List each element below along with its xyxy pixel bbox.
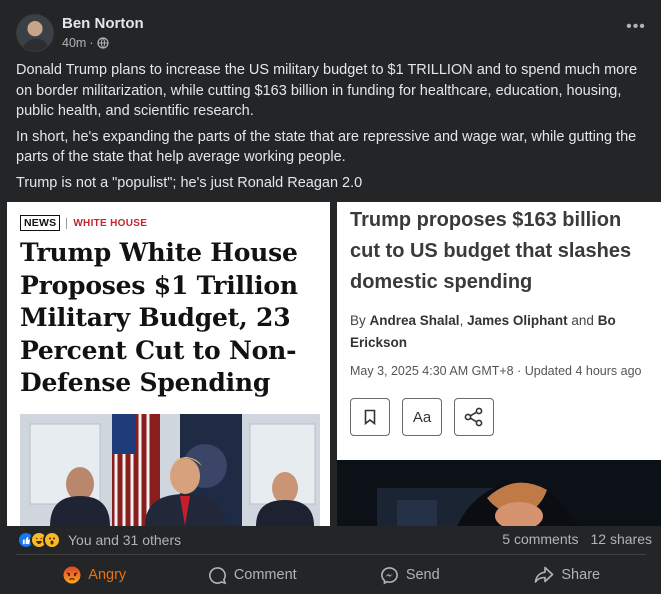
bookmark-button[interactable]	[350, 398, 390, 436]
article-tags: NEWS WHITE HOUSE	[20, 215, 147, 231]
post-actions: Angry Comment Send Share	[16, 558, 646, 592]
shares-count[interactable]: 12 shares	[591, 531, 652, 547]
messenger-icon	[380, 566, 398, 584]
article-photo	[337, 460, 661, 526]
meta-separator: ·	[89, 36, 94, 50]
tag-news: NEWS	[20, 215, 61, 231]
angry-reaction-button[interactable]: Angry	[16, 558, 174, 592]
post-text: Donald Trump plans to increase the US mi…	[16, 60, 646, 198]
post-paragraph: Donald Trump plans to increase the US mi…	[16, 62, 638, 119]
link-preview-left[interactable]: NEWS WHITE HOUSE Trump White House Propo…	[7, 202, 330, 526]
article-dateline: May 3, 2025 4:30 AM GMT+8 · Updated 4 ho…	[350, 364, 642, 378]
link-preview-right[interactable]: Trump proposes $163 billion cut to US bu…	[337, 202, 661, 526]
text-size-label: Aa	[412, 408, 432, 426]
byline-comma: ,	[459, 313, 464, 328]
text-size-button[interactable]: Aa	[402, 398, 442, 436]
share-icon	[464, 407, 483, 427]
wow-icon	[43, 531, 61, 549]
bookmark-icon	[364, 409, 376, 425]
comments-count[interactable]: 5 comments	[502, 531, 578, 547]
comment-icon	[208, 566, 227, 584]
divider	[16, 554, 646, 555]
article-photo	[20, 414, 320, 526]
share-label: Share	[561, 567, 601, 583]
article-byline: By Andrea Shalal, James Oliphant and Bo …	[350, 310, 650, 354]
share-button[interactable]: Share	[489, 558, 647, 592]
angry-label: Angry	[88, 567, 127, 583]
send-label: Send	[405, 567, 440, 583]
author-avatar[interactable]	[16, 14, 54, 52]
reaction-icons	[17, 531, 61, 549]
post-meta: 40m ·	[62, 36, 109, 50]
facebook-post: Ben Norton 40m · ••• Donald Trump plans …	[0, 0, 661, 594]
more-horizontal-icon[interactable]: •••	[626, 19, 646, 36]
tag-white-house: WHITE HOUSE	[66, 217, 147, 229]
post-time[interactable]: 40m	[62, 36, 86, 50]
engagement-counts: 5 comments 12 shares	[502, 531, 652, 547]
share-arrow-icon	[535, 566, 554, 583]
article-headline: Trump proposes $163 billion cut to US bu…	[350, 209, 632, 293]
reaction-count-text[interactable]: You and 31 others	[68, 532, 181, 548]
article-tools: Aa	[350, 398, 494, 436]
post-paragraph: In short, he's expanding the parts of th…	[16, 128, 637, 166]
comment-button[interactable]: Comment	[174, 558, 332, 592]
globe-icon[interactable]	[96, 37, 109, 49]
post-paragraph: Trump is not a "populist"; he's just Ron…	[16, 174, 363, 191]
author-name[interactable]: Ben Norton	[62, 15, 144, 32]
byline-author[interactable]: Andrea Shalal	[370, 313, 460, 328]
article-headline: Trump White House Proposes $1 Trillion M…	[20, 238, 298, 397]
angry-icon	[63, 566, 81, 584]
comment-label: Comment	[233, 567, 297, 583]
share-article-button[interactable]	[454, 398, 494, 436]
byline-prefix: By	[350, 313, 366, 328]
reactions-summary[interactable]: You and 31 others 5 comments 12 shares	[17, 527, 657, 553]
send-button[interactable]: Send	[331, 558, 489, 592]
byline-and: and	[571, 313, 594, 328]
byline-author[interactable]: James Oliphant	[467, 313, 568, 328]
post-header: Ben Norton 40m · •••	[16, 12, 646, 52]
